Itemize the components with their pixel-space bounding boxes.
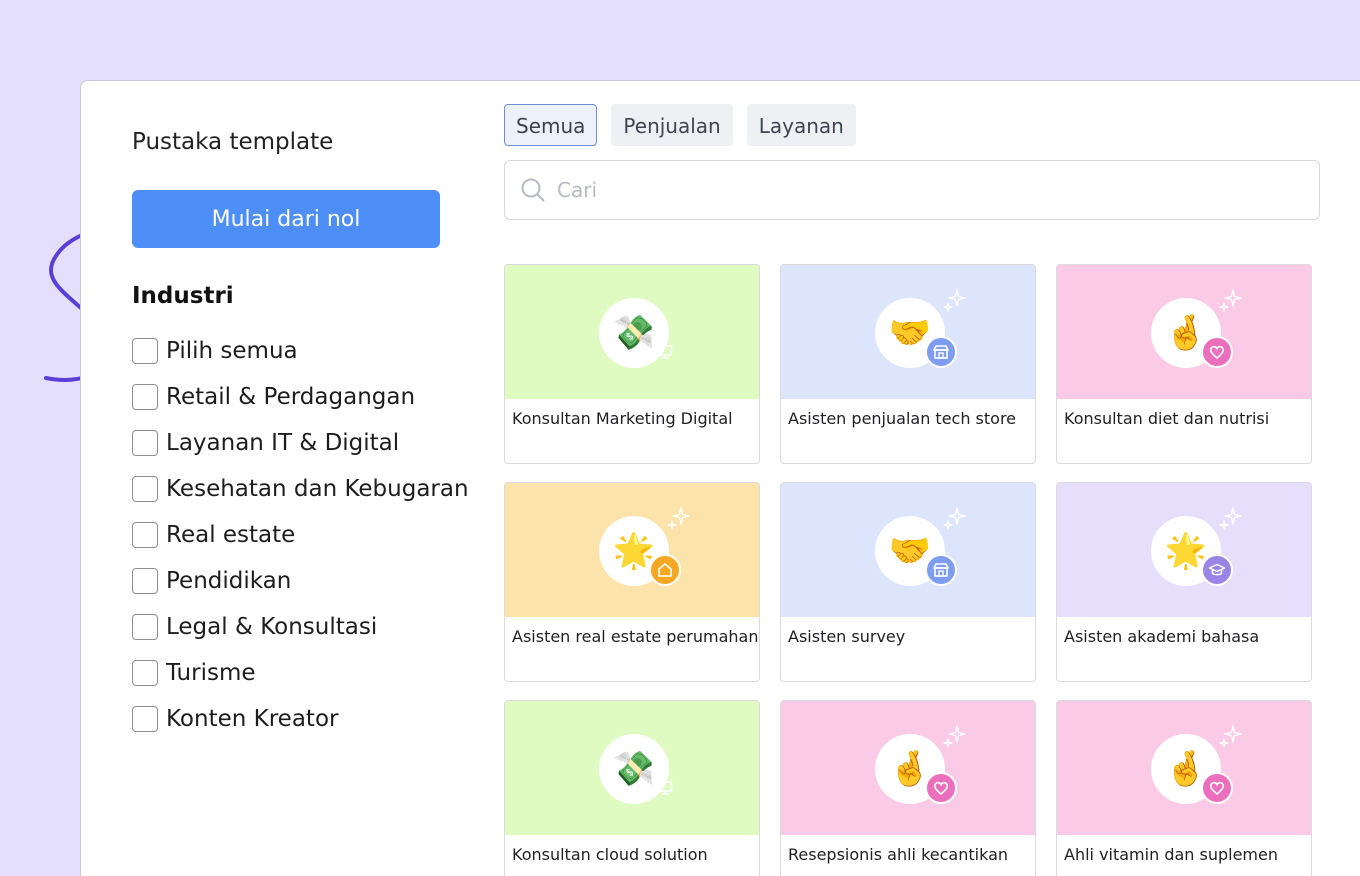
filter-label: Pilih semua — [166, 338, 298, 364]
filter-label: Turisme — [166, 660, 256, 686]
monitor-icon — [649, 336, 681, 368]
template-card-banner: 🤞 — [781, 701, 1035, 835]
graduation-cap-icon — [1201, 554, 1233, 586]
template-card-banner: 🤝 — [781, 265, 1035, 399]
industry-heading: Industri — [132, 283, 234, 309]
sparkle-icon — [941, 723, 969, 751]
filter-retail[interactable]: Retail & Perdagangan — [132, 374, 469, 420]
library-title: Pustaka template — [132, 129, 334, 155]
filter-education[interactable]: Pendidikan — [132, 558, 469, 604]
template-card[interactable]: 💸 Konsultan cloud solution — [504, 700, 760, 876]
heart-icon — [1201, 772, 1233, 804]
template-card[interactable]: 🌟 Asisten real estate perumahan — [504, 482, 760, 682]
template-card-banner: 🤝 — [781, 483, 1035, 617]
template-card[interactable]: 🤞 Ahli vitamin dan suplemen — [1056, 700, 1312, 876]
industry-filter-list: Pilih semua Retail & Perdagangan Layanan… — [132, 328, 469, 742]
tab-semua[interactable]: Semua — [504, 104, 598, 146]
filter-legal[interactable]: Legal & Konsultasi — [132, 604, 469, 650]
monitor-icon — [649, 772, 681, 804]
template-card[interactable]: 🤝 Asisten survey — [780, 482, 1036, 682]
template-title: Asisten real estate perumahan — [512, 627, 759, 646]
filter-label: Layanan IT & Digital — [166, 430, 400, 456]
filter-health[interactable]: Kesehatan dan Kebugaran — [132, 466, 469, 512]
template-card-banner: 🤞 — [1057, 701, 1311, 835]
template-card[interactable]: 🌟 Asisten akademi bahasa — [1056, 482, 1312, 682]
template-card-banner: 💸 — [505, 701, 759, 835]
sparkle-icon — [941, 505, 969, 533]
search-box — [504, 160, 1320, 220]
template-card-banner: 🤞 — [1057, 265, 1311, 399]
search-input[interactable] — [547, 161, 1319, 219]
template-title: Konsultan cloud solution — [512, 845, 708, 864]
filter-tourism[interactable]: Turisme — [132, 650, 469, 696]
store-icon — [925, 336, 957, 368]
filter-label: Legal & Konsultasi — [166, 614, 378, 640]
template-card-banner: 🌟 — [1057, 483, 1311, 617]
template-title: Konsultan Marketing Digital — [512, 409, 733, 428]
template-title: Konsultan diet dan nutrisi — [1064, 409, 1270, 428]
filter-label: Retail & Perdagangan — [166, 384, 416, 410]
tab-layanan[interactable]: Layanan — [746, 104, 856, 146]
template-title: Asisten akademi bahasa — [1064, 627, 1260, 646]
category-tabs: Semua Penjualan Layanan — [504, 104, 856, 146]
filter-label: Real estate — [166, 522, 296, 548]
filter-content-creator[interactable]: Konten Kreator — [132, 696, 469, 742]
sparkle-icon — [941, 287, 969, 315]
heart-icon — [1201, 336, 1233, 368]
filter-label: Konten Kreator — [166, 706, 339, 732]
checkbox[interactable] — [132, 614, 158, 640]
filter-label: Kesehatan dan Kebugaran — [166, 476, 469, 502]
checkbox[interactable] — [132, 384, 158, 410]
start-from-scratch-button[interactable]: Mulai dari nol — [132, 190, 440, 248]
template-title: Asisten penjualan tech store — [788, 409, 1017, 428]
tab-penjualan[interactable]: Penjualan — [611, 104, 733, 146]
filter-label: Pendidikan — [166, 568, 292, 594]
filter-select-all[interactable]: Pilih semua — [132, 328, 469, 374]
filter-real-estate[interactable]: Real estate — [132, 512, 469, 558]
sparkle-icon — [1217, 505, 1245, 533]
template-title: Ahli vitamin dan suplemen — [1064, 845, 1278, 864]
sparkle-icon — [1217, 287, 1245, 315]
template-card[interactable]: 🤝 Asisten penjualan tech store — [780, 264, 1036, 464]
template-card-banner: 💸 — [505, 265, 759, 399]
search-icon — [521, 178, 545, 202]
sparkle-icon — [1217, 723, 1245, 751]
checkbox[interactable] — [132, 568, 158, 594]
home-icon — [649, 554, 681, 586]
store-icon — [925, 554, 957, 586]
template-card[interactable]: 🤞 Konsultan diet dan nutrisi — [1056, 264, 1312, 464]
template-card-banner: 🌟 — [505, 483, 759, 617]
template-card[interactable]: 💸 Konsultan Marketing Digital — [504, 264, 760, 464]
filter-it-digital[interactable]: Layanan IT & Digital — [132, 420, 469, 466]
checkbox[interactable] — [132, 476, 158, 502]
checkbox[interactable] — [132, 338, 158, 364]
template-card[interactable]: 🤞 Resepsionis ahli kecantikan — [780, 700, 1036, 876]
checkbox[interactable] — [132, 522, 158, 548]
checkbox[interactable] — [132, 706, 158, 732]
checkbox[interactable] — [132, 660, 158, 686]
heart-icon — [925, 772, 957, 804]
sparkle-icon — [665, 505, 693, 533]
checkbox[interactable] — [132, 430, 158, 456]
template-title: Resepsionis ahli kecantikan — [788, 845, 1009, 864]
template-title: Asisten survey — [788, 627, 906, 646]
